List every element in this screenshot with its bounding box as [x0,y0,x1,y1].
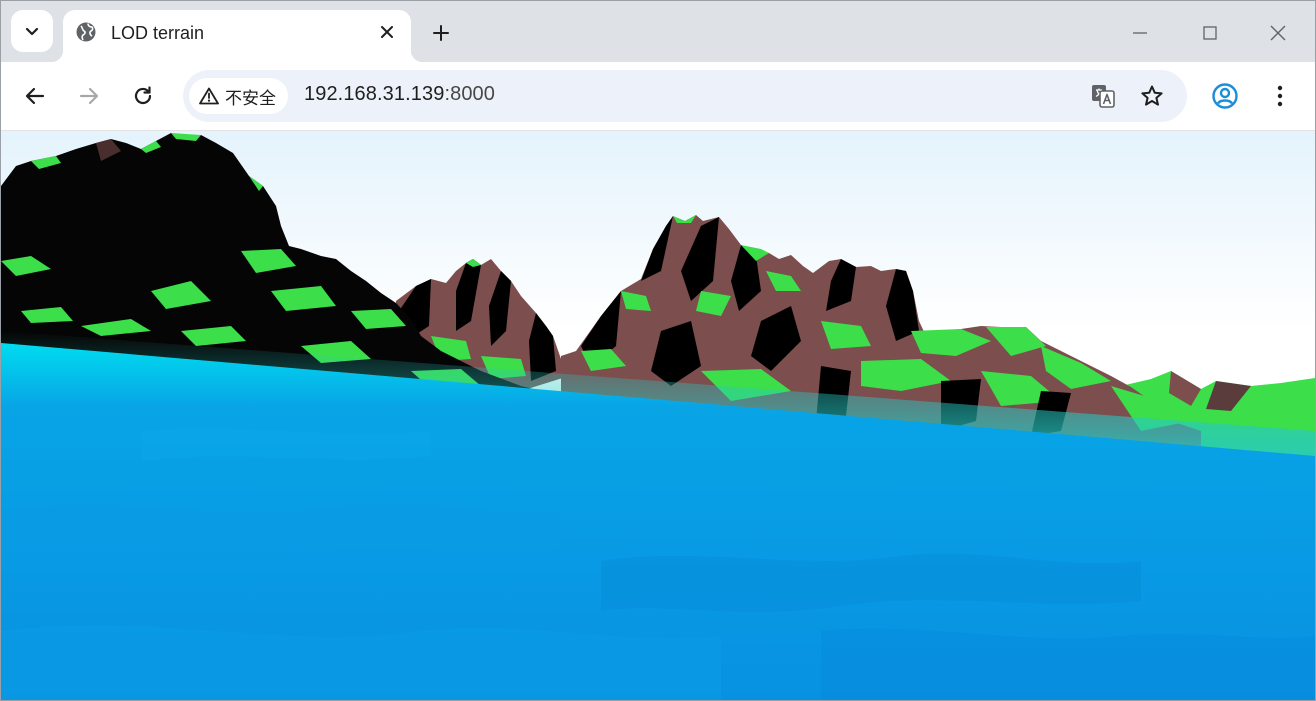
forward-button[interactable] [72,79,106,113]
toolbar: 不安全 192.168.31.139:8000 [1,62,1315,131]
terrain-canvas[interactable] [1,131,1315,700]
maximize-button[interactable] [1188,11,1232,55]
arrow-left-icon [25,87,45,105]
water-ripple [821,628,1315,700]
page-viewport[interactable] [1,131,1315,700]
water-ripple [1,625,721,700]
url-port: :8000 [444,83,495,105]
tab-search-button[interactable] [11,10,53,52]
security-chip[interactable]: 不安全 [189,78,288,114]
browser-window: LOD terrain 不安全 192.168.31.139:8000 [0,0,1316,701]
account-circle-icon [1212,83,1238,109]
url-host: 192.168.31.139 [304,83,445,105]
close-icon [381,26,393,38]
minimize-icon [1133,32,1147,34]
menu-button[interactable] [1263,79,1297,113]
warning-triangle-icon [199,87,219,105]
three-dots-vertical-icon [1277,85,1283,107]
tab-strip: LOD terrain [1,1,1315,62]
arrow-right-icon [79,87,99,105]
address-bar[interactable]: 不安全 192.168.31.139:8000 [183,70,1187,122]
translate-button[interactable] [1087,80,1119,112]
minimize-button[interactable] [1118,11,1162,55]
bookmark-button[interactable] [1136,80,1168,112]
security-label: 不安全 [225,88,276,108]
window-close-button[interactable] [1256,11,1300,55]
new-tab-button[interactable] [425,17,457,49]
translate-icon [1092,85,1115,108]
tab-close-button[interactable] [375,20,399,44]
plus-icon [433,25,449,41]
star-icon [1141,85,1163,106]
tab-title: LOD terrain [111,23,205,43]
reload-button[interactable] [126,79,160,113]
reload-icon [134,86,152,105]
profile-button[interactable] [1208,79,1242,113]
chevron-down-icon [25,27,39,36]
url-text[interactable]: 192.168.31.139:8000 [304,83,495,106]
globe-icon [76,22,96,42]
maximize-icon [1203,26,1217,40]
tab-active[interactable]: LOD terrain [51,10,423,62]
close-icon [1270,25,1286,41]
back-button[interactable] [18,79,52,113]
